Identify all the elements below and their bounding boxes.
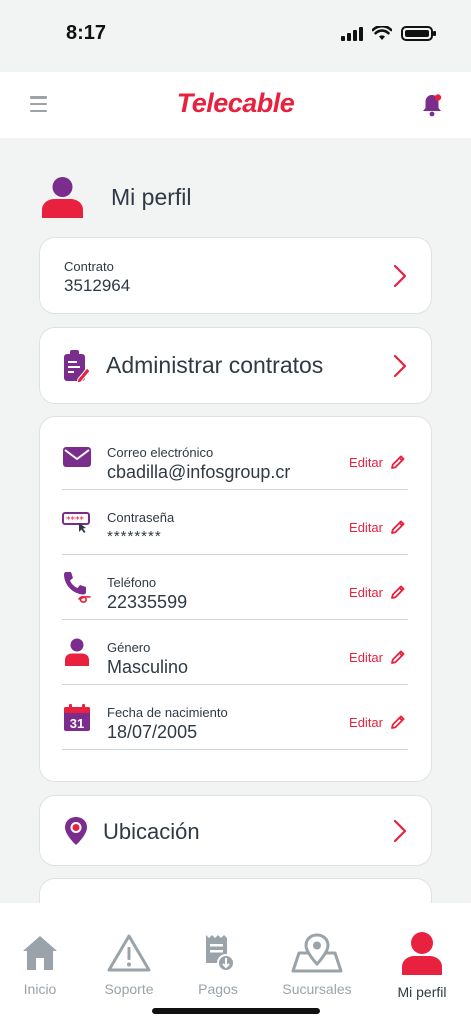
chevron-right-icon [393,264,407,288]
password-icon: **** [62,512,90,533]
edit-birthdate-button[interactable]: Editar [349,714,406,730]
phone-value: 22335599 [107,592,188,612]
signal-icon [341,26,363,41]
tab-label: Sucursales [282,981,352,997]
location-card[interactable]: Ubicación [39,795,432,866]
edit-label: Editar [349,519,383,535]
home-indicator [152,1008,320,1014]
tab-label: Soporte [104,981,154,997]
calendar-day: 31 [70,716,84,731]
gender-label: Género [107,640,151,655]
battery-icon [401,26,436,41]
tab-label: Mi perfil [397,984,447,1000]
phone-icon [64,572,91,603]
birthdate-value: 18/07/2005 [107,722,198,742]
contract-card[interactable]: Contrato 3512964 [39,237,432,314]
status-bar: 8:17 [0,0,471,72]
tab-inicio[interactable]: Inicio [14,933,66,997]
edit-label: Editar [349,649,383,665]
password-value: ******** [107,528,162,545]
edit-label: Editar [349,714,383,730]
mail-icon [63,447,91,467]
chevron-right-icon [393,354,407,378]
status-icons [341,26,436,41]
tab-label: Inicio [23,981,57,997]
home-icon [23,936,57,970]
map-pin-icon [291,933,343,973]
svg-text:****: **** [66,516,85,526]
pencil-icon [391,715,405,729]
tab-label: Pagos [198,981,238,997]
manage-contracts-label: Administrar contratos [106,352,324,378]
password-label: Contraseña [107,510,175,525]
phone-label: Teléfono [107,575,157,590]
profile-icon [402,932,442,975]
contract-label: Contrato [64,259,114,274]
page-title: Mi perfil [111,183,192,210]
birthdate-row: 31 Fecha de nacimiento 18/07/2005 Editar [62,685,408,750]
birthdate-label: Fecha de nacimiento [107,705,228,720]
edit-password-button[interactable]: Editar [349,519,406,535]
gender-value: Masculino [107,657,189,677]
contract-number: 3512964 [64,276,131,295]
personal-info-card: Correo electrónico cbadilla@infosgroup.c… [39,416,432,782]
user-icon [65,638,89,666]
profile-icon [42,177,83,218]
notification-bell-icon[interactable] [421,93,443,117]
edit-gender-button[interactable]: Editar [349,649,406,665]
email-value: cbadilla@infosgroup.cr [107,462,291,482]
email-label: Correo electrónico [107,445,214,460]
pencil-icon [391,650,405,664]
wifi-icon [372,26,392,40]
chevron-right-icon [393,819,407,843]
password-row: **** Contraseña ******** Editar [62,490,408,555]
phone-row: Teléfono 22335599 Editar [62,555,408,620]
tab-mi-perfil[interactable]: Mi perfil [380,931,464,1000]
tab-sucursales[interactable]: Sucursales [278,933,356,997]
warning-icon [107,934,151,972]
location-pin-icon [65,817,87,845]
edit-phone-button[interactable]: Editar [349,584,406,600]
profile-title-row: Mi perfil [40,176,192,218]
edit-email-button[interactable]: Editar [349,454,406,470]
app-header: Telecable [0,72,471,138]
edit-label: Editar [349,454,383,470]
clipboard-edit-icon [64,350,90,384]
tab-pagos[interactable]: Pagos [193,933,243,997]
calendar-icon: 31 [64,704,90,731]
pencil-icon [391,455,405,469]
edit-label: Editar [349,584,383,600]
gender-row: Género Masculino Editar [62,620,408,685]
location-label: Ubicación [103,819,200,844]
pencil-icon [391,520,405,534]
tab-bar: Inicio Soporte Pagos Sucursales Mi perfi… [0,903,471,1024]
pencil-icon [391,585,405,599]
telecable-logo: Telecable [176,88,295,118]
status-time: 8:17 [66,22,107,44]
manage-contracts-card[interactable]: Administrar contratos [39,327,432,404]
email-row: Correo electrónico cbadilla@infosgroup.c… [62,425,408,490]
receipt-icon [206,935,235,972]
tab-soporte[interactable]: Soporte [98,933,160,997]
